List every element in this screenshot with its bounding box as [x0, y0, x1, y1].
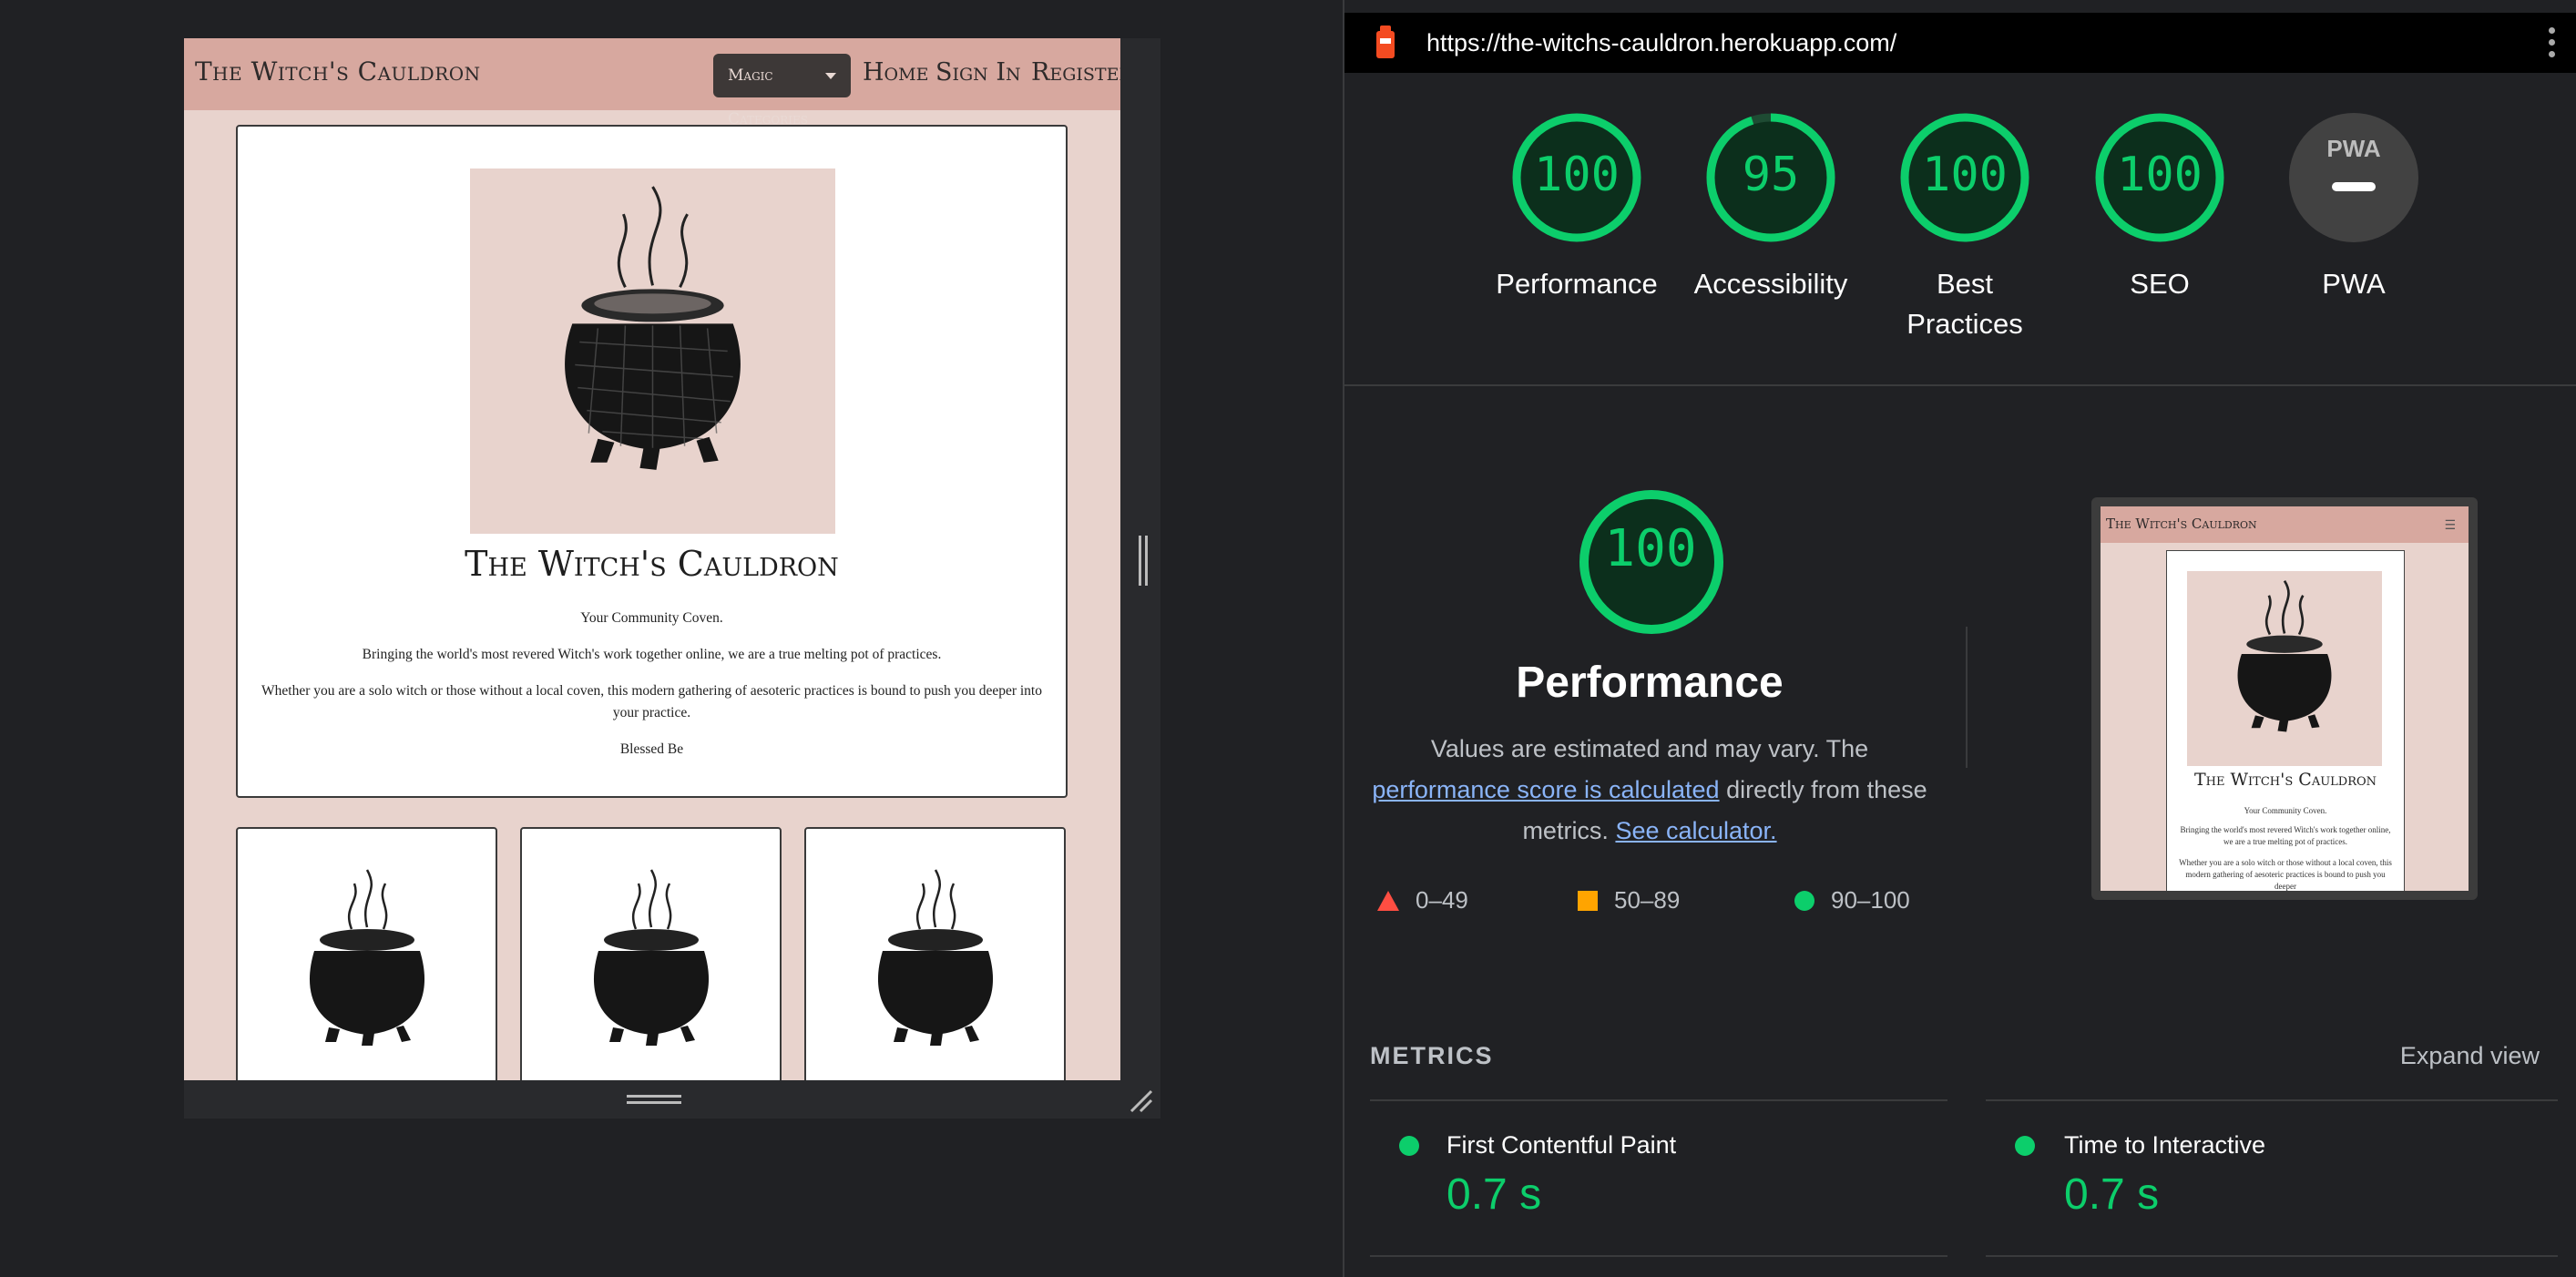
score-calc-link[interactable]: performance score is calculated	[1372, 776, 1719, 803]
pass-circle-icon	[1399, 1136, 1419, 1156]
caret-down-icon	[825, 73, 836, 79]
section-divider	[1344, 384, 2576, 386]
resize-corner-icon[interactable]	[1128, 1088, 1153, 1113]
final-screenshot[interactable]: The Witch's Cauldron ☰ The Witch's Cauld…	[2091, 497, 2478, 900]
thumb-brand: The Witch's Cauldron	[2106, 516, 2257, 532]
metrics-heading: METRICS	[1370, 1042, 1494, 1069]
metrics-rule	[1370, 1099, 1947, 1101]
performance-title: Performance	[1516, 659, 1784, 707]
nav-signin-link[interactable]: Sign In	[935, 58, 1021, 87]
metric-value: 0.7 s	[2064, 1170, 2160, 1219]
category-card[interactable]	[236, 827, 497, 1080]
legend-average: 50–89	[1614, 886, 1681, 914]
more-menu-icon[interactable]	[2549, 27, 2556, 63]
gauge-score: 100	[2117, 148, 2203, 202]
gauge-label: Best Practices	[1906, 268, 2023, 340]
lighthouse-icon	[1376, 26, 1395, 58]
vertical-separator	[1966, 627, 1968, 768]
nav-register-link[interactable]: Register	[1031, 58, 1120, 87]
hamburger-icon: ☰	[2444, 517, 2456, 532]
cauldron-icon	[309, 869, 425, 1046]
legend-pass: 90–100	[1831, 886, 1910, 914]
site-navbar: The Witch's Cauldron Magic Categories Ho…	[184, 38, 1120, 128]
category-card[interactable]	[520, 827, 782, 1080]
cauldron-icon	[877, 869, 994, 1046]
thumb-line-3: Whether you are a solo witch or those wi…	[2179, 858, 2392, 891]
magic-categories-dropdown[interactable]: Magic Categories	[713, 54, 851, 128]
average-square-icon	[1578, 891, 1598, 911]
svg-text:PWA: PWA	[2326, 135, 2380, 162]
metrics-rule	[1986, 1099, 2558, 1101]
thumb-line-1: Your Community Coven.	[2244, 806, 2327, 815]
desc-text-a: Values are estimated and may vary. The	[1430, 735, 1869, 762]
hero-line-4: Blessed Be	[619, 741, 684, 757]
metrics-rule	[1370, 1255, 1947, 1257]
metric-name: Time to Interactive	[2064, 1131, 2266, 1159]
resize-handle-bottom[interactable]	[627, 1095, 681, 1104]
resize-handle-right[interactable]	[1139, 536, 1148, 586]
gauge-label: PWA	[2322, 268, 2386, 300]
gauge-label: Performance	[1496, 268, 1658, 300]
hero-line-1: Your Community Coven.	[580, 610, 723, 626]
magic-categories-label: Magic Categories	[728, 66, 808, 128]
performance-description: Values are estimated and may vary. The p…	[1370, 729, 1929, 852]
hero-card: The Witch's Cauldron Your Community Cove…	[236, 125, 1068, 798]
thumb-image	[2187, 571, 2382, 766]
gauge-score: 100	[1922, 148, 2008, 202]
metric-value: 0.7 s	[1446, 1170, 1542, 1219]
legend-fail: 0–49	[1416, 886, 1468, 914]
gauge-score: 95	[1742, 148, 1800, 202]
hero-line-3: Whether you are a solo witch or those wi…	[261, 683, 1042, 720]
pwa-badge-icon: PWA	[2289, 113, 2418, 242]
performance-score: 100	[1604, 519, 1697, 578]
pass-circle-icon	[2015, 1136, 2035, 1156]
hero-line-2: Bringing the world's most revered Witch'…	[362, 647, 942, 662]
metrics-rule	[1986, 1255, 2558, 1257]
see-calculator-link[interactable]: See calculator.	[1615, 817, 1776, 844]
cauldron-icon	[565, 186, 741, 470]
metric-name: First Contentful Paint	[1446, 1131, 1677, 1159]
cauldron-hero-image	[470, 169, 835, 534]
thumb-viewport: The Witch's Cauldron ☰ The Witch's Cauld…	[2101, 506, 2469, 891]
cauldron-icon	[593, 869, 710, 1046]
thumb-line-2: Bringing the world's most revered Witch'…	[2180, 825, 2391, 846]
lighthouse-panel: https://the-witchs-cauldron.herokuapp.co…	[1343, 0, 2576, 1277]
cauldron-icon	[2237, 579, 2332, 732]
site-viewport: The Witch's Cauldron Magic Categories Ho…	[184, 38, 1120, 1080]
expand-view-toggle[interactable]: Expand view	[2400, 1042, 2540, 1070]
fail-triangle-icon	[1377, 891, 1399, 911]
page-url[interactable]: https://the-witchs-cauldron.herokuapp.co…	[1426, 29, 1896, 57]
navbar-brand[interactable]: The Witch's Cauldron	[195, 56, 481, 87]
thumb-navbar: The Witch's Cauldron ☰	[2101, 506, 2469, 543]
category-card[interactable]	[804, 827, 1066, 1080]
hero-title: The Witch's Cauldron	[465, 544, 839, 584]
thumb-card: The Witch's Cauldron Your Community Cove…	[2166, 550, 2405, 891]
gauge-label: Accessibility	[1693, 268, 1848, 300]
gauge-label: SEO	[2130, 268, 2190, 300]
nav-home-link[interactable]: Home	[863, 58, 928, 87]
device-emulator: The Witch's Cauldron Magic Categories Ho…	[184, 38, 1160, 1119]
pass-circle-icon	[1794, 891, 1814, 911]
gauge-score: 100	[1534, 148, 1620, 202]
thumb-title: The Witch's Cauldron	[2193, 770, 2377, 790]
url-bar: https://the-witchs-cauldron.herokuapp.co…	[1344, 13, 2576, 73]
